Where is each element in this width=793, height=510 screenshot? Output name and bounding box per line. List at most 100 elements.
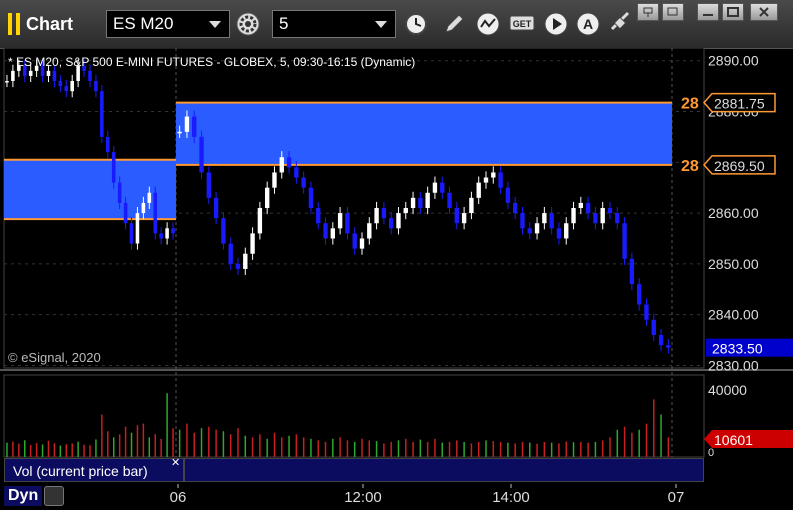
- day2-candle: [520, 213, 525, 229]
- minimize-icon: [703, 14, 713, 16]
- last-volume-label: 10601: [714, 432, 753, 448]
- day2-candle: [396, 213, 401, 229]
- day2-candle: [615, 213, 620, 224]
- time-button[interactable]: [402, 10, 430, 38]
- restore-button[interactable]: [662, 3, 684, 21]
- day2-candle: [301, 177, 306, 188]
- day1-candle: [64, 86, 69, 92]
- symbol-value: ES M20: [113, 14, 174, 33]
- alert-icon: A: [576, 12, 600, 36]
- day2-candle: [330, 228, 336, 239]
- title-marker: [8, 13, 12, 35]
- maximize-button[interactable]: [722, 3, 744, 21]
- get-button[interactable]: GET: [508, 10, 536, 38]
- day1-candle: [153, 192, 158, 234]
- chart-area[interactable]: 2890.002880.002870.002860.002850.002840.…: [0, 48, 793, 510]
- day1-candle: [94, 81, 98, 92]
- day2-candle: [505, 187, 511, 203]
- day2-candle: [512, 202, 518, 214]
- get-icon: GET: [509, 15, 535, 31]
- day1-candle: [129, 223, 134, 244]
- chevron-down-icon: [209, 21, 221, 28]
- price-tick-label: 2840.00: [708, 307, 759, 323]
- minimize-button[interactable]: [697, 3, 719, 21]
- day2-candle: [447, 192, 452, 208]
- day2-candle: [549, 213, 554, 229]
- pin-icon: [643, 7, 653, 17]
- day2-candle: [571, 208, 576, 224]
- day2-candle: [585, 202, 591, 214]
- day2-candle: [337, 213, 343, 229]
- day2-candle: [469, 197, 474, 214]
- day2-candle: [410, 197, 416, 208]
- day1-candle: [58, 81, 63, 87]
- day2-candle: [221, 218, 226, 244]
- day2-candle: [498, 172, 503, 188]
- link-icon: [610, 11, 630, 31]
- day2-candle: [272, 172, 277, 188]
- day1-candle: [111, 152, 116, 183]
- symbol-combo[interactable]: ES M20: [106, 10, 230, 38]
- day2-candle: [454, 208, 460, 224]
- close-button[interactable]: [750, 3, 778, 21]
- day1-candle: [123, 202, 128, 224]
- time-tick-label: 06: [170, 489, 187, 506]
- day2-candle: [177, 131, 182, 134]
- day2-candle: [578, 202, 584, 208]
- interval-combo[interactable]: 5: [272, 10, 396, 38]
- volume-tick-label: 0: [708, 447, 714, 459]
- day2-candle: [644, 304, 649, 320]
- price-tick-label: 2830.00: [708, 357, 759, 373]
- day1-candle: [5, 81, 9, 83]
- day1-candle: [135, 213, 140, 244]
- pin-button[interactable]: [637, 3, 659, 21]
- day2-candle: [206, 172, 212, 198]
- study-button[interactable]: [474, 10, 502, 38]
- play-icon: [544, 12, 568, 36]
- day2-candle: [286, 157, 292, 168]
- volume-study-text: Vol (current price bar): [13, 463, 148, 479]
- window-title: Chart: [8, 8, 73, 40]
- day2-candle: [425, 192, 430, 208]
- settings-button[interactable]: [234, 10, 262, 38]
- volume-tick-label: 40000: [708, 382, 747, 398]
- day2-candle: [622, 223, 627, 259]
- lock-icon[interactable]: [44, 486, 64, 506]
- link-button[interactable]: [606, 10, 634, 38]
- day1-candle: [46, 70, 51, 76]
- price-tick-label: 2850.00: [708, 256, 759, 272]
- svg-text:A: A: [583, 16, 593, 32]
- day1-candle: [165, 228, 169, 239]
- day1-candle: [159, 233, 163, 239]
- close-icon: [759, 7, 769, 17]
- day1-candle: [147, 192, 152, 203]
- day2-candle: [476, 182, 481, 198]
- volume-study-strip: [184, 458, 704, 482]
- day2-candle: [666, 345, 671, 348]
- dynamic-button[interactable]: Dyn: [4, 486, 43, 506]
- level-low-marker-prefix: 28: [681, 158, 699, 175]
- alert-button[interactable]: A: [574, 10, 602, 38]
- volume-study-label[interactable]: Vol (current price bar): [4, 458, 184, 482]
- day2-candle: [257, 208, 263, 234]
- draw-button[interactable]: [440, 10, 468, 38]
- day2-candle: [534, 223, 540, 234]
- day2-candle: [658, 334, 664, 346]
- day1-candle: [117, 182, 122, 203]
- play-button[interactable]: [542, 10, 570, 38]
- close-icon[interactable]: ✕: [171, 456, 180, 469]
- maximize-icon: [727, 7, 739, 17]
- time-tick-label: 12:00: [344, 489, 382, 506]
- day2-candle: [184, 116, 190, 132]
- day2-candle: [228, 243, 233, 264]
- price-chart[interactable]: 2890.002880.002870.002860.002850.002840.…: [0, 48, 793, 510]
- svg-text:GET: GET: [513, 19, 532, 29]
- day2-candle: [243, 253, 248, 269]
- level-high-marker-label: 2881.75: [714, 96, 765, 112]
- restore-icon: [667, 7, 678, 16]
- day2-candle: [359, 238, 365, 249]
- day2-candle: [556, 228, 562, 239]
- day2-candle: [403, 208, 408, 214]
- level-low-marker-label: 2869.50: [714, 158, 765, 174]
- day2-candle: [651, 319, 656, 335]
